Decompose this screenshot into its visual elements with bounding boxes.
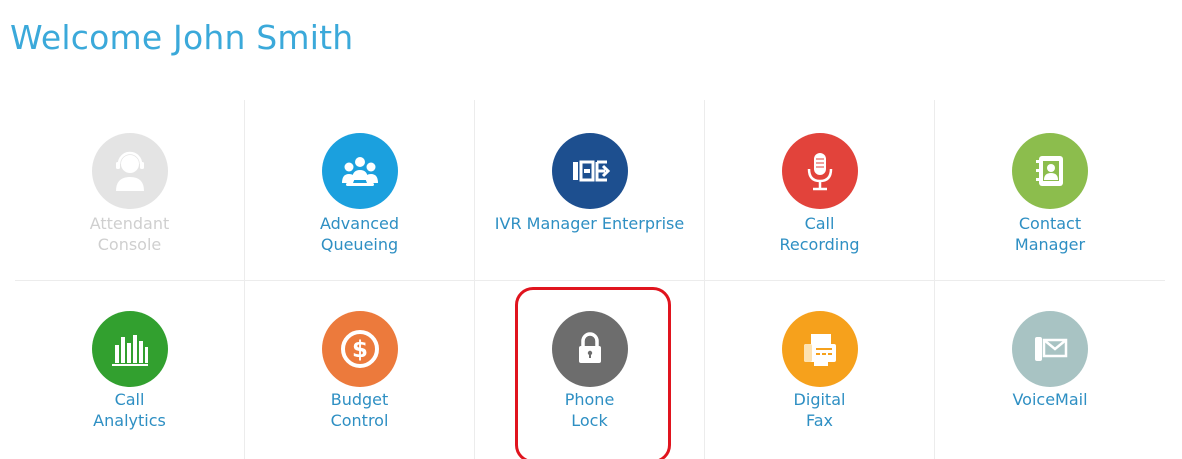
dashboard-page: Welcome John Smith Attendant Console Adv… <box>0 0 1182 459</box>
tile-advanced-queueing[interactable]: Advanced Queueing <box>245 100 475 280</box>
tile-voicemail[interactable]: VoiceMail <box>935 281 1165 459</box>
tile-digital-fax[interactable]: Digital Fax <box>705 281 935 459</box>
tile-call-recording[interactable]: Call Recording <box>705 100 935 280</box>
tile-call-analytics[interactable]: Call Analytics <box>15 281 245 459</box>
tile-attendant-console[interactable]: Attendant Console <box>15 100 245 280</box>
padlock-icon <box>551 311 628 387</box>
tile-label: Contact Manager <box>1014 214 1086 254</box>
svg-text:$: $ <box>351 337 367 363</box>
welcome-title: Welcome John Smith <box>10 18 354 57</box>
tile-ivr-manager-enterprise[interactable]: IVR Manager Enterprise <box>475 100 705 280</box>
voicemail-envelope-icon <box>1012 311 1088 387</box>
tile-label: Digital Fax <box>793 390 846 430</box>
tile-label: Attendant Console <box>89 214 170 254</box>
tile-label: Phone Lock <box>564 390 615 430</box>
fax-machine-icon <box>781 311 858 387</box>
tile-budget-control[interactable]: $ Budget Control <box>245 281 475 459</box>
app-grid: Attendant Console Advanced Queueing IVR … <box>15 100 1165 459</box>
microphone-icon <box>781 133 858 209</box>
app-row-2: Call Analytics $ Budget Control Phone Lo… <box>15 281 1165 459</box>
app-row-1: Attendant Console Advanced Queueing IVR … <box>15 100 1165 280</box>
tile-label: VoiceMail <box>1012 390 1088 409</box>
tile-label: Call Analytics <box>93 390 166 430</box>
ivr-icon <box>551 133 628 209</box>
tile-contact-manager[interactable]: Contact Manager <box>935 100 1165 280</box>
contact-card-icon <box>1012 133 1088 209</box>
tile-phone-lock[interactable]: Phone Lock <box>475 281 705 459</box>
bar-chart-icon <box>91 311 168 387</box>
group-queue-icon <box>321 133 398 209</box>
tile-label: Budget Control <box>330 390 389 430</box>
tile-label: Advanced Queueing <box>319 214 400 254</box>
headset-operator-icon <box>91 133 168 209</box>
tile-label: IVR Manager Enterprise <box>494 214 685 233</box>
dollar-coin-icon: $ <box>321 311 398 387</box>
tile-label: Call Recording <box>779 214 860 254</box>
